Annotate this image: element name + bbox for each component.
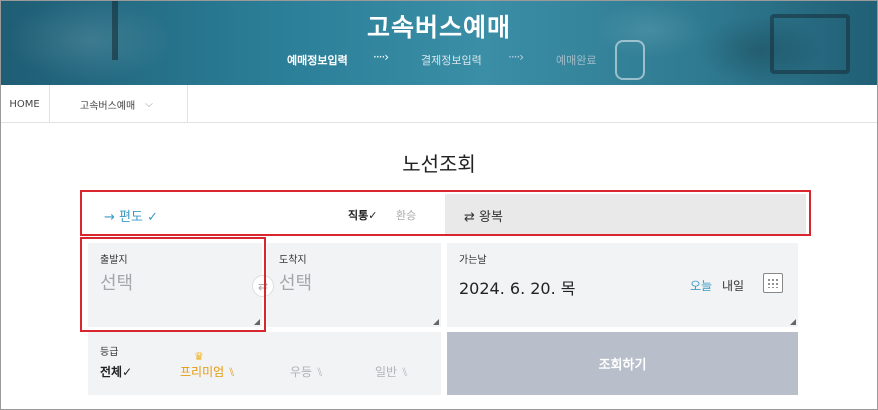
hero-banner: 고속버스예매 예매정보입력 ····› 결제정보입력 ····› 예매완료 <box>0 0 878 85</box>
step-complete: 예매완료 <box>556 54 597 67</box>
corner-icon <box>790 319 796 325</box>
breadcrumb-item-label: 고속버스예매 <box>80 100 136 112</box>
grade-option-superior[interactable]: 우등 ⑊ <box>290 363 323 380</box>
grade-option-label: 우등 <box>290 365 313 379</box>
arrival-field[interactable]: 도착지 선택 <box>267 243 441 327</box>
arrival-placeholder: 선택 <box>279 273 313 294</box>
grade-selector: 등급 전체✓ ♛ 프리미엄 ⑊ 우등 ⑊ 일반 ⑊ <box>88 332 441 395</box>
highlight-outline <box>80 237 266 332</box>
calendar-icon[interactable] <box>763 273 783 293</box>
corner-icon <box>433 319 439 325</box>
step-payment-info: 결제정보입력 <box>421 54 482 67</box>
crown-icon: ♛ <box>194 350 204 363</box>
grade-option-label: 프리미엄 <box>180 365 225 379</box>
arrival-label: 도착지 <box>279 255 307 266</box>
seat-icon: ⑊ <box>316 365 324 379</box>
grade-option-label: 일반 <box>375 365 398 379</box>
step-arrow-icon: ····› <box>508 50 524 64</box>
progress-steps: 예매정보입력 ····› 결제정보입력 ····› 예매완료 <box>0 50 878 70</box>
search-button[interactable]: 조회하기 <box>447 332 798 395</box>
step-booking-info: 예매정보입력 <box>287 54 348 67</box>
chevron-down-icon: ⌵ <box>145 98 153 110</box>
date-field[interactable]: 가는날 2024. 6. 20. 목 오늘 내일 <box>447 243 798 327</box>
grade-label: 등급 <box>100 347 119 358</box>
grade-option-premium[interactable]: 프리미엄 ⑊ <box>180 363 235 380</box>
today-button[interactable]: 오늘 <box>690 277 712 294</box>
page-header-title: 고속버스예매 <box>366 13 511 42</box>
page-title: 노선조회 <box>402 152 476 176</box>
date-value: 2024. 6. 20. 목 <box>459 279 576 298</box>
breadcrumb-home[interactable]: HOME <box>0 85 50 123</box>
breadcrumb: HOME 고속버스예매 ⌵ <box>0 85 878 123</box>
step-arrow-icon: ····› <box>373 50 389 64</box>
grade-option-all[interactable]: 전체✓ <box>100 363 132 380</box>
seat-icon: ⑊ <box>401 365 409 379</box>
tomorrow-button[interactable]: 내일 <box>722 277 744 294</box>
date-label: 가는날 <box>459 255 487 266</box>
seat-icon: ⑊ <box>228 365 236 379</box>
breadcrumb-menu-dropdown[interactable]: 고속버스예매 ⌵ <box>50 85 188 123</box>
highlight-outline <box>80 190 811 236</box>
grade-option-normal[interactable]: 일반 ⑊ <box>375 363 408 380</box>
